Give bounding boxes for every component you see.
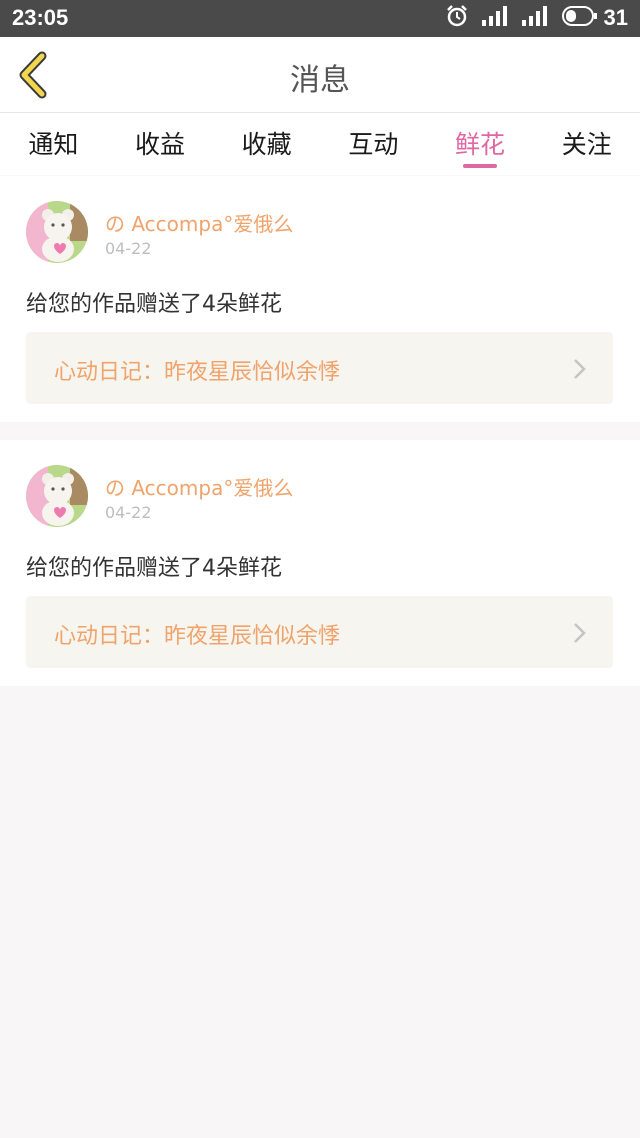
message-text: 给您的作品赠送了4朵鲜花 bbox=[26, 292, 282, 317]
chevron-right-icon bbox=[574, 359, 586, 379]
tab-favorites[interactable]: 收藏 bbox=[213, 113, 320, 175]
message-text: 给您的作品赠送了4朵鲜花 bbox=[26, 556, 282, 581]
tab-notifications[interactable]: 通知 bbox=[0, 113, 107, 175]
teddy-bear-avatar-icon bbox=[26, 465, 88, 527]
work-title: 心动日记：昨夜星辰恰似余悸 bbox=[54, 624, 341, 649]
work-title: 心动日记：昨夜星辰恰似余悸 bbox=[54, 360, 341, 385]
alarm-icon bbox=[446, 5, 468, 31]
tab-label: 互动 bbox=[348, 130, 399, 159]
active-tab-indicator bbox=[463, 164, 498, 168]
tab-label: 关注 bbox=[561, 130, 612, 159]
tab-label: 鲜花 bbox=[455, 130, 506, 159]
username[interactable]: の Accompa°爱俄么 bbox=[105, 208, 293, 237]
chevron-right-icon bbox=[574, 623, 586, 643]
app-header: 消息 bbox=[0, 37, 640, 113]
tab-label: 收藏 bbox=[241, 130, 292, 159]
battery-icon bbox=[561, 6, 598, 30]
tab-label: 通知 bbox=[28, 130, 79, 159]
message-date: 04-22 bbox=[105, 503, 152, 522]
status-icons: 31 bbox=[446, 5, 628, 31]
message-date: 04-22 bbox=[105, 239, 152, 258]
work-link[interactable]: 心动日记：昨夜星辰恰似余悸 bbox=[26, 332, 613, 404]
signal-icon bbox=[521, 6, 548, 30]
avatar[interactable] bbox=[26, 465, 88, 527]
tab-interactions[interactable]: 互动 bbox=[320, 113, 427, 175]
username[interactable]: の Accompa°爱俄么 bbox=[105, 472, 293, 501]
signal-icon bbox=[481, 6, 508, 30]
tab-flowers[interactable]: 鲜花 bbox=[427, 113, 534, 175]
avatar[interactable] bbox=[26, 201, 88, 263]
page-title: 消息 bbox=[290, 63, 350, 98]
tab-bar: 通知 收益 收藏 互动 鲜花 关注 bbox=[0, 113, 640, 175]
tab-following[interactable]: 关注 bbox=[533, 113, 640, 175]
status-time: 23:05 bbox=[12, 5, 69, 30]
message-card: の Accompa°爱俄么 04-22 给您的作品赠送了4朵鲜花 心动日记：昨夜… bbox=[0, 440, 640, 686]
status-bar: 23:05 31 bbox=[0, 0, 640, 37]
teddy-bear-avatar-icon bbox=[26, 201, 88, 263]
tab-earnings[interactable]: 收益 bbox=[107, 113, 214, 175]
message-card: の Accompa°爱俄么 04-22 给您的作品赠送了4朵鲜花 心动日记：昨夜… bbox=[0, 176, 640, 422]
battery-level: 31 bbox=[603, 5, 628, 30]
work-link[interactable]: 心动日记：昨夜星辰恰似余悸 bbox=[26, 596, 613, 668]
tab-label: 收益 bbox=[135, 130, 186, 159]
